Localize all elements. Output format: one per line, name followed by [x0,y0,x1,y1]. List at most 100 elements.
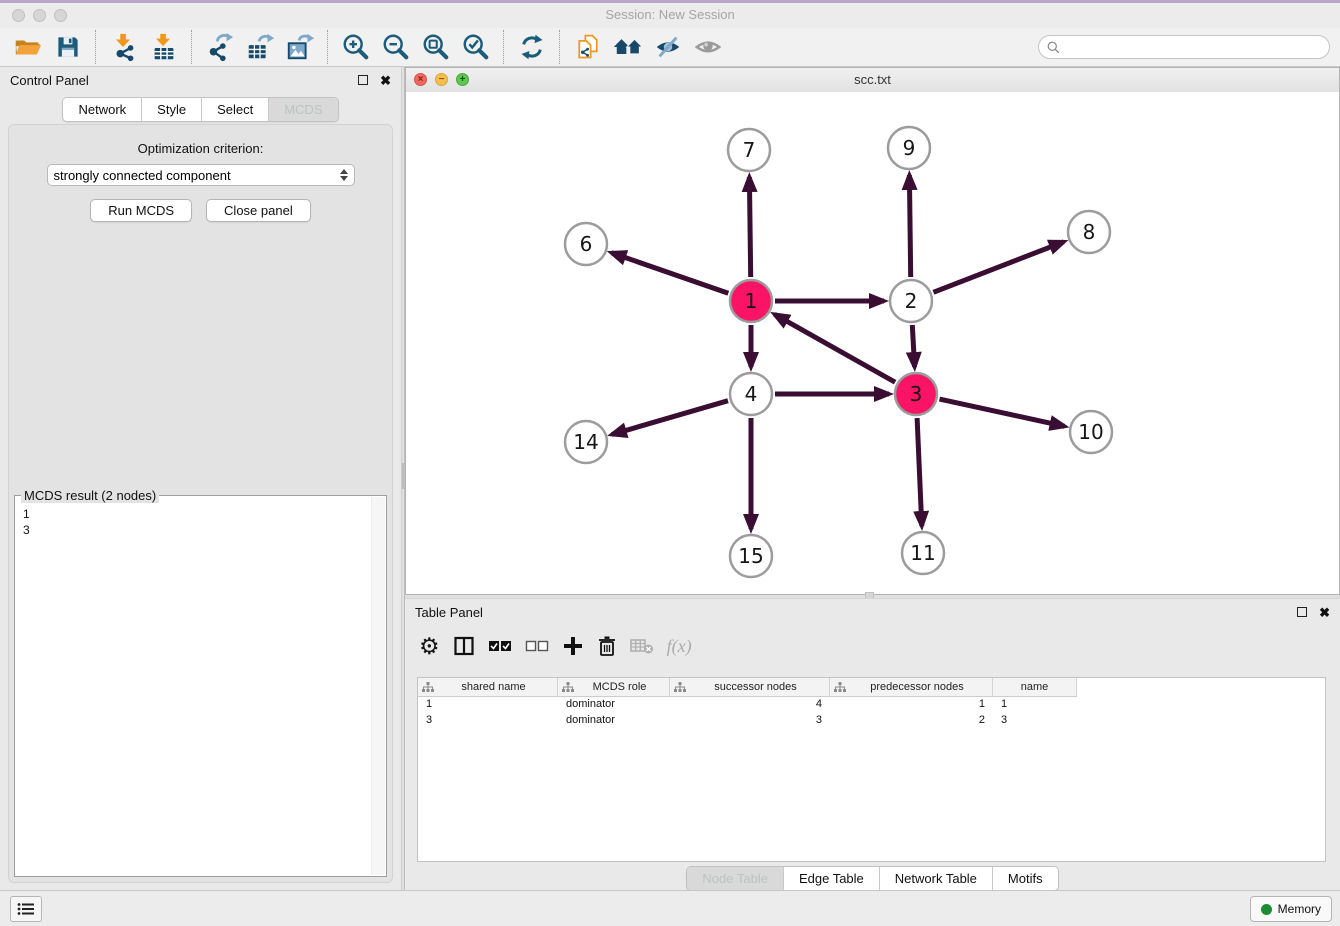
delete-column-icon[interactable] [597,631,617,661]
import-table-icon[interactable] [147,30,181,64]
close-panel-button[interactable]: Close panel [206,199,311,222]
graph-node[interactable]: 6 [565,223,607,265]
zoom-out-icon[interactable] [379,30,413,64]
run-mcds-button[interactable]: Run MCDS [90,199,192,222]
column-header-shared-name[interactable]: shared name [418,678,558,697]
graph-edge[interactable] [917,418,922,526]
svg-text:2: 2 [905,289,918,313]
graph-edge[interactable] [940,399,1065,426]
zoom-in-icon[interactable] [339,30,373,64]
graph-node[interactable]: 4 [730,373,772,415]
close-panel-icon[interactable]: ✖ [1319,606,1330,619]
tab-edge-table[interactable]: Edge Table [783,867,879,890]
settings-gear-icon[interactable]: ⚙ [419,631,440,661]
hide-selected-icon[interactable] [651,30,685,64]
network-canvas[interactable]: 7 9 6 8 1 2 4 3 14 10 15 11 [406,92,1339,594]
control-panel-title: Control Panel [10,73,89,88]
function-builder-icon[interactable]: f(x) [667,631,692,661]
table-cell: 1 [993,697,1077,713]
clone-network-icon[interactable] [571,30,605,64]
graph-node[interactable]: 1 [730,280,772,322]
graph-edge[interactable] [749,177,750,277]
column-header-predecessor-nodes[interactable]: predecessor nodes [830,678,993,697]
optimization-label: Optimization criterion: [9,141,392,156]
svg-text:8: 8 [1083,220,1096,244]
graph-edge[interactable] [909,175,910,277]
zoom-selected-icon[interactable] [459,30,493,64]
graph-node[interactable]: 2 [890,280,932,322]
search-input[interactable] [1066,39,1321,55]
table-body: 1dominator4113dominator323 [418,697,1325,729]
column-visibility-icon[interactable] [453,631,475,661]
graph-node[interactable]: 10 [1070,411,1112,453]
task-history-button[interactable] [10,896,42,922]
svg-text:10: 10 [1078,420,1103,444]
graph-node[interactable]: 14 [565,421,607,463]
application-window: Session: New Session [0,0,1340,926]
table-tabs: Node TableEdge TableNetwork TableMotifs [686,866,1058,891]
result-scrollbar[interactable] [371,497,385,875]
float-panel-icon[interactable] [1297,607,1307,617]
table-header-row: shared nameMCDS rolesuccessor nodesprede… [418,678,1325,697]
open-session-icon[interactable] [11,30,45,64]
splitter-grip[interactable] [402,463,404,489]
zoom-fit-icon[interactable] [419,30,453,64]
save-session-icon[interactable] [51,30,85,64]
graph-node[interactable]: 3 [895,373,937,415]
mcds-result-box: MCDS result (2 nodes) 1 3 [14,495,387,877]
svg-text:1: 1 [745,289,758,313]
export-network-icon[interactable] [203,30,237,64]
graph-edge[interactable] [612,401,728,435]
table-cell: dominator [558,713,670,729]
mcds-result-title: MCDS result (2 nodes) [21,488,159,503]
select-chevrons-icon [340,169,348,181]
tab-style[interactable]: Style [141,98,201,121]
column-header-MCDS-role[interactable]: MCDS role [558,678,670,697]
control-panel: Control Panel ✖ NetworkStyleSelectMCDS O… [0,67,401,891]
main-toolbar [0,28,1340,67]
graph-node[interactable]: 7 [728,129,770,171]
export-table-icon[interactable] [243,30,277,64]
table-row[interactable]: 1dominator411 [418,697,1325,713]
optimization-select[interactable]: strongly connected component [47,164,355,186]
network-window-titlebar[interactable]: × − + scc.txt [406,68,1339,93]
tab-node-table[interactable]: Node Table [687,867,783,890]
home-layout-icon[interactable] [611,30,645,64]
export-image-icon[interactable] [283,30,317,64]
toolbar-separator [559,30,561,64]
search-box[interactable] [1038,35,1330,59]
graph-node[interactable]: 8 [1068,211,1110,253]
show-all-icon[interactable] [691,30,725,64]
graph-edge[interactable] [933,242,1063,292]
hierarchy-icon [834,682,846,693]
graph-node[interactable]: 11 [902,532,944,574]
float-panel-icon[interactable] [358,75,368,85]
refresh-view-icon[interactable] [515,30,549,64]
column-header-successor-nodes[interactable]: successor nodes [670,678,830,697]
network-title: scc.txt [406,72,1339,87]
graph-edge[interactable] [912,325,914,367]
table-row[interactable]: 3dominator323 [418,713,1325,729]
toolbar-separator [503,30,505,64]
list-icon [17,902,35,916]
graph-node[interactable]: 15 [730,535,772,577]
mcds-panel: Optimization criterion: strongly connect… [8,124,393,883]
network-graph: 7 9 6 8 1 2 4 3 14 10 15 11 [406,92,1340,596]
import-network-icon[interactable] [107,30,141,64]
delete-table-icon[interactable] [630,631,654,661]
add-column-icon[interactable] [562,631,584,661]
graph-node[interactable]: 9 [888,127,930,169]
graph-edge[interactable] [775,314,896,382]
tab-select[interactable]: Select [201,98,268,121]
tab-motifs[interactable]: Motifs [992,867,1058,890]
tab-network-table[interactable]: Network Table [879,867,992,890]
close-panel-icon[interactable]: ✖ [380,74,391,87]
deselect-all-rows-icon[interactable] [525,631,549,661]
memory-button[interactable]: Memory [1250,896,1332,922]
svg-text:15: 15 [738,544,763,568]
column-header-name[interactable]: name [993,678,1077,697]
tab-network[interactable]: Network [63,98,141,121]
graph-edge[interactable] [612,253,729,293]
select-all-rows-icon[interactable] [488,631,512,661]
tab-mcds[interactable]: MCDS [268,98,337,121]
